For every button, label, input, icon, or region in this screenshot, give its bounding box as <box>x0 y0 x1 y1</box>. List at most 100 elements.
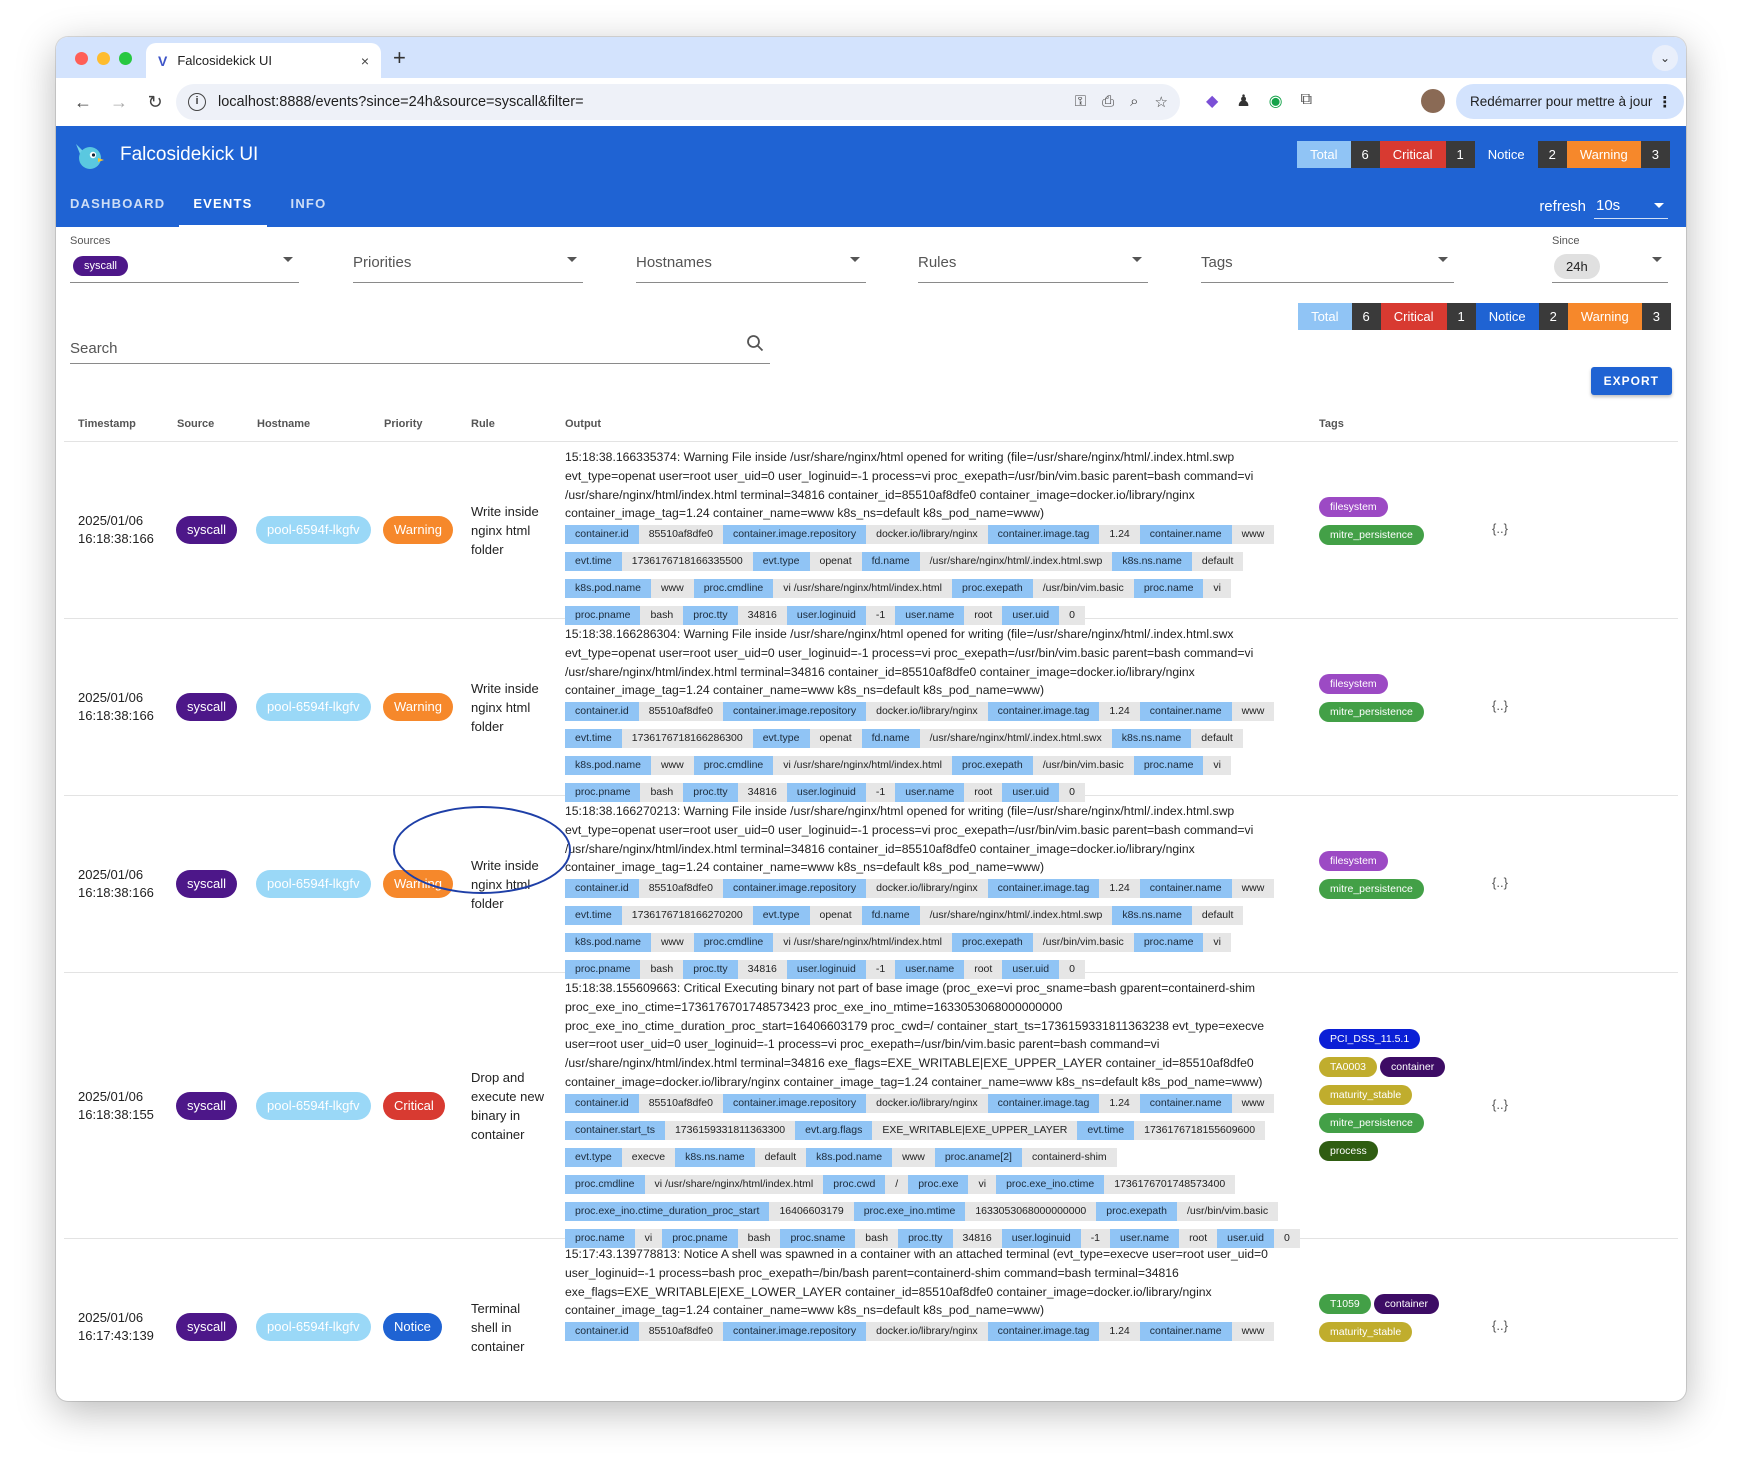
output-field[interactable]: container.image.repository docker.io/libr… <box>722 525 988 545</box>
update-restart-button[interactable]: Redémarrer pour mettre à jour ⋮ <box>1456 84 1685 119</box>
output-field[interactable]: proc.exepath/usr/bin/vim.basic <box>951 933 1134 953</box>
bookmark-star-icon[interactable]: ☆ <box>1155 93 1168 111</box>
output-field[interactable]: container.id 85510af8dfe0 <box>565 702 723 722</box>
output-field[interactable]: proc.cmdline vi /usr/share/nginx/html/ind… <box>693 756 952 776</box>
password-key-icon[interactable]: ⚿ <box>1075 93 1086 111</box>
output-field[interactable]: proc.cmdline vi /usr/share/nginx/html/ind… <box>693 579 952 599</box>
output-field[interactable]: fd.name/usr/share/nginx/html/.index.html… <box>861 552 1113 572</box>
rules-filter[interactable]: Rules <box>918 235 1148 283</box>
search-icon[interactable] <box>746 334 764 352</box>
output-field[interactable]: container.id 85510af8dfe0 <box>565 525 723 545</box>
new-tab-button[interactable]: + <box>393 45 406 71</box>
export-button[interactable]: EXPORT <box>1590 367 1672 395</box>
tag-chip[interactable]: mitre_persistence <box>1319 1113 1424 1133</box>
tags-filter[interactable]: Tags <box>1201 235 1454 283</box>
back-arrow-icon[interactable]: ← <box>68 92 98 113</box>
tag-chip[interactable]: T1059 <box>1319 1294 1371 1314</box>
output-field[interactable]: k8s.pod.name www <box>565 756 694 776</box>
minimize-window-button[interactable] <box>97 52 110 65</box>
output-field[interactable]: container.id 85510af8dfe0 <box>565 1322 723 1342</box>
output-field[interactable]: container.name www <box>1139 1093 1275 1113</box>
column-header-timestamp[interactable]: Timestamp <box>78 418 136 430</box>
tab-dashboard[interactable]: DASHBOARD <box>56 186 179 227</box>
output-field[interactable]: proc.cwd / <box>823 1174 909 1194</box>
priority-pill[interactable]: Warning <box>383 693 453 721</box>
source-pill[interactable]: syscall <box>176 516 238 544</box>
site-info-icon[interactable]: i <box>188 93 206 111</box>
source-pill[interactable]: syscall <box>176 1092 238 1120</box>
extension-diamond-icon[interactable]: ◆ <box>1206 91 1218 111</box>
priorities-filter[interactable]: Priorities <box>353 235 583 283</box>
tag-chip[interactable]: filesystem <box>1319 674 1388 694</box>
column-header-rule[interactable]: Rule <box>471 418 495 430</box>
critical-counter[interactable]: Critical 1 <box>1380 303 1476 330</box>
reload-icon[interactable]: ↻ <box>140 92 170 113</box>
header-notice-counter[interactable]: Notice 2 <box>1475 141 1567 168</box>
output-field[interactable]: proc.exe_ino.ctime 1736176701748573400 <box>996 1174 1236 1194</box>
json-braces-icon[interactable]: {..} <box>1492 521 1508 536</box>
output-field[interactable]: evt.type openat <box>752 552 862 572</box>
output-field[interactable]: fd.name/usr/share/nginx/html/.index.html… <box>861 729 1112 749</box>
output-field[interactable]: fd.name/usr/share/nginx/html/.index.html… <box>861 906 1113 926</box>
output-field[interactable]: proc.aname[2] containerd-shim <box>934 1147 1117 1167</box>
tab-search-chevron-icon[interactable]: ⌄ <box>1652 45 1678 71</box>
output-field[interactable]: k8s.pod.name www <box>565 933 694 953</box>
warning-counter[interactable]: Warning 3 <box>1567 303 1671 330</box>
tag-chip[interactable]: maturity_stable <box>1319 1085 1413 1105</box>
hostname-pill[interactable]: pool-6594f-lkgfv <box>256 1092 371 1120</box>
output-field[interactable]: container.name www <box>1139 525 1275 545</box>
table-row[interactable]: 2025/01/06 16:18:38:155 syscall pool-6594f-… <box>64 973 1678 1248</box>
output-field[interactable]: proc.name vi <box>1133 579 1232 599</box>
header-warning-counter[interactable]: Warning 3 <box>1566 141 1670 168</box>
source-pill[interactable]: syscall <box>176 693 238 721</box>
total-counter[interactable]: Total 6 <box>1298 303 1381 330</box>
json-braces-icon[interactable]: {..} <box>1492 698 1508 713</box>
tag-chip[interactable]: container <box>1380 1057 1446 1077</box>
tag-chip[interactable]: TA0003 <box>1319 1057 1377 1077</box>
profile-avatar[interactable] <box>1421 89 1445 113</box>
refresh-interval-select[interactable]: 10s <box>1594 194 1668 219</box>
output-field[interactable]: evt.time 1736176718166286300 <box>565 729 753 749</box>
output-field[interactable]: evt.time 1736176718155609600 <box>1077 1120 1266 1140</box>
hostname-pill[interactable]: pool-6594f-lkgfv <box>256 1313 371 1341</box>
address-bar[interactable]: i localhost:8888/events?since=24h&source… <box>176 84 1180 120</box>
tag-chip[interactable]: filesystem <box>1319 851 1388 871</box>
tag-chip[interactable]: filesystem <box>1319 497 1388 517</box>
tag-chip[interactable]: mitre_persistence <box>1319 702 1424 722</box>
sources-chip[interactable]: syscall <box>73 256 129 276</box>
since-filter[interactable]: Since 24h <box>1552 235 1668 283</box>
output-field[interactable]: container.image.tag 1.24 <box>987 1322 1140 1342</box>
source-pill[interactable]: syscall <box>176 1313 238 1341</box>
tab-close-icon[interactable]: × <box>361 53 369 69</box>
json-braces-icon[interactable]: {..} <box>1492 875 1508 890</box>
extension-puzzle-person-icon[interactable]: ♟ <box>1236 91 1250 111</box>
tag-chip[interactable]: mitre_persistence <box>1319 879 1424 899</box>
column-header-output[interactable]: Output <box>565 418 601 430</box>
output-field[interactable]: container.name www <box>1139 1322 1275 1342</box>
output-field[interactable]: container.image.repository docker.io/libr… <box>722 879 988 899</box>
json-braces-icon[interactable]: {..} <box>1492 1318 1508 1333</box>
more-menu-icon[interactable]: ⋮ <box>1657 93 1672 111</box>
output-field[interactable]: container.name www <box>1139 879 1275 899</box>
sources-filter[interactable]: Sources syscall <box>70 235 299 283</box>
output-field[interactable]: container.image.repository docker.io/libr… <box>722 1093 988 1113</box>
notice-counter[interactable]: Notice 2 <box>1475 303 1568 330</box>
output-field[interactable]: proc.name vi <box>1133 756 1232 776</box>
output-field[interactable]: k8s.pod.name www <box>806 1147 935 1167</box>
output-field[interactable]: proc.exepath/usr/bin/vim.basic <box>1096 1201 1279 1221</box>
column-header-hostname[interactable]: Hostname <box>257 418 310 430</box>
table-row[interactable]: 2025/01/06 16:17:43:139 syscall pool-6594f-… <box>64 1239 1678 1401</box>
hostname-pill[interactable]: pool-6594f-lkgfv <box>256 693 371 721</box>
output-field[interactable]: proc.exepath/usr/bin/vim.basic <box>951 579 1134 599</box>
output-field[interactable]: proc.cmdline vi /usr/share/nginx/html/ind… <box>693 933 952 953</box>
priority-pill[interactable]: Notice <box>383 1313 442 1341</box>
install-app-icon[interactable]: ⎙ <box>1102 93 1114 111</box>
table-row[interactable]: 2025/01/06 16:18:38:166 syscall pool-6594f-… <box>64 619 1678 803</box>
json-braces-icon[interactable]: {..} <box>1492 1097 1508 1112</box>
tab-events[interactable]: EVENTS <box>179 186 267 227</box>
column-header-tags[interactable]: Tags <box>1319 418 1344 430</box>
tag-chip[interactable]: process <box>1319 1141 1378 1161</box>
extension-grammarly-icon[interactable]: ◉ <box>1269 91 1283 111</box>
search-input[interactable]: Search <box>70 322 770 364</box>
output-field[interactable]: proc.exe_ino.ctime_duration_proc_start 16… <box>565 1201 854 1221</box>
